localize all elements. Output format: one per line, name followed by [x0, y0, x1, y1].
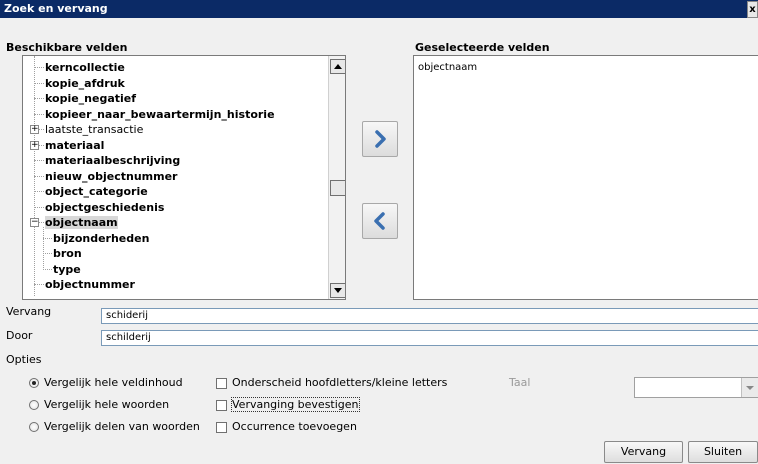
tree-connector [34, 191, 44, 192]
radio-whole-words-label: Vergelijk hele woorden [44, 398, 170, 411]
tree-item-label: kerncollectie [45, 61, 125, 74]
tree-item[interactable]: materiaal [45, 138, 104, 153]
collapse-icon[interactable]: − [30, 218, 39, 227]
replace-with-input[interactable] [101, 330, 758, 346]
tree-connector [34, 206, 44, 208]
radio-whole-words[interactable] [29, 400, 39, 410]
tree-item[interactable]: bron [53, 246, 82, 261]
tree-scrollbar[interactable] [328, 56, 345, 299]
tree-item[interactable]: objectnaam [45, 215, 118, 230]
replace-button[interactable]: Vervang [604, 441, 683, 463]
tree-item-label: laatste_transactie [45, 123, 144, 136]
tree-item[interactable]: kerncollectie [45, 60, 125, 75]
tree-connector [34, 284, 44, 285]
available-fields-label: Beschikbare velden [6, 41, 128, 54]
tree-item-label: objectnummer [45, 278, 135, 291]
tree-item[interactable]: objectnummer [45, 277, 135, 292]
tree-item-label: kopieer_naar_bewaartermijn_historie [45, 107, 275, 121]
tree-connector [34, 160, 44, 161]
scroll-thumb[interactable] [330, 180, 345, 196]
replace-with-label: Door [6, 329, 33, 342]
radio-partial-words-label: Vergelijk delen van woorden [44, 420, 200, 433]
find-label: Vervang [6, 305, 52, 318]
tree-connector [43, 268, 52, 270]
tree-item-label: kopie_negatief [45, 92, 137, 105]
tree-item[interactable]: nieuw_objectnummer [45, 169, 177, 184]
language-label: Taal [509, 376, 531, 389]
add-field-button[interactable] [362, 121, 398, 157]
tree-connector [34, 98, 44, 99]
tree-item-label: bijzonderheden [53, 231, 150, 245]
checkbox-match-case[interactable] [216, 378, 227, 389]
expand-icon[interactable]: + [30, 140, 39, 150]
selected-field-item[interactable]: objectnaam [418, 62, 477, 73]
checkbox-add-occurrence-label: Occurrence toevoegen [232, 420, 357, 433]
tree-connector [43, 237, 52, 239]
tree-item[interactable]: kopie_negatief [45, 91, 136, 106]
checkbox-match-case-label: Onderscheid hoofdletters/kleine letters [232, 376, 448, 389]
remove-field-button[interactable] [362, 203, 398, 239]
scroll-up-button[interactable] [330, 59, 345, 74]
radio-whole-field[interactable] [29, 378, 39, 388]
tree-connector [34, 113, 44, 115]
tree-guide-line-children [43, 227, 44, 270]
tree-item-label: object_categorie [45, 185, 148, 198]
tree-connector [34, 67, 44, 68]
chevron-left-icon [374, 212, 385, 230]
selected-fields-label: Geselecteerde velden [415, 41, 550, 54]
expand-icon[interactable]: + [30, 125, 39, 134]
checkbox-confirm-replace-label: Vervanging bevestigen [231, 397, 360, 412]
tree-connector [34, 175, 44, 177]
tree-item-label: kopie_afdruk [45, 76, 125, 90]
chevron-right-icon [375, 130, 386, 148]
window-title: Zoek en vervang [4, 2, 108, 15]
checkbox-confirm-replace[interactable] [216, 400, 227, 411]
tree-item-label: bron [53, 247, 82, 260]
tree-connector [43, 253, 52, 254]
tree-item-label: materiaalbeschrijving [45, 154, 181, 167]
tree-item-label: materiaal [45, 138, 105, 152]
language-select[interactable] [634, 377, 758, 398]
find-input[interactable] [101, 308, 758, 324]
tree-item[interactable]: type [53, 262, 81, 277]
scroll-up-icon [334, 64, 342, 69]
close-dialog-button[interactable]: Sluiten [688, 441, 758, 463]
tree-item-label: nieuw_objectnummer [45, 169, 178, 183]
close-button[interactable]: x [747, 1, 758, 18]
selected-fields-list[interactable]: objectnaam [413, 55, 758, 300]
tree-item[interactable]: materiaalbeschrijving [45, 153, 180, 168]
tree-item[interactable]: object_categorie [45, 184, 148, 199]
tree-item-label: objectnaam [45, 216, 118, 229]
tree-item[interactable]: kopieer_naar_bewaartermijn_historie [45, 107, 275, 122]
checkbox-add-occurrence[interactable] [216, 422, 227, 433]
tree-item-label: objectgeschiedenis [45, 200, 165, 214]
language-dropdown-button[interactable] [741, 378, 758, 397]
radio-whole-field-label: Vergelijk hele veldinhoud [44, 376, 183, 389]
available-fields-tree[interactable]: kerncollectie kopie_afdruk kopie_negatiefk… [22, 55, 346, 300]
tree-item[interactable]: kopie_afdruk [45, 76, 125, 91]
tree-item[interactable]: laatste_transactie [45, 122, 143, 137]
tree-item[interactable]: bijzonderheden [53, 231, 149, 246]
radio-partial-words[interactable] [29, 422, 39, 432]
chevron-down-icon [746, 386, 754, 390]
tree-item-label: type [53, 262, 81, 276]
tree-item[interactable]: objectgeschiedenis [45, 200, 164, 215]
scroll-down-button[interactable] [330, 283, 345, 298]
scroll-down-icon [334, 288, 342, 293]
options-label: Opties [6, 353, 42, 366]
tree-connector [34, 82, 44, 84]
title-bar: Zoek en vervang x [0, 0, 758, 18]
